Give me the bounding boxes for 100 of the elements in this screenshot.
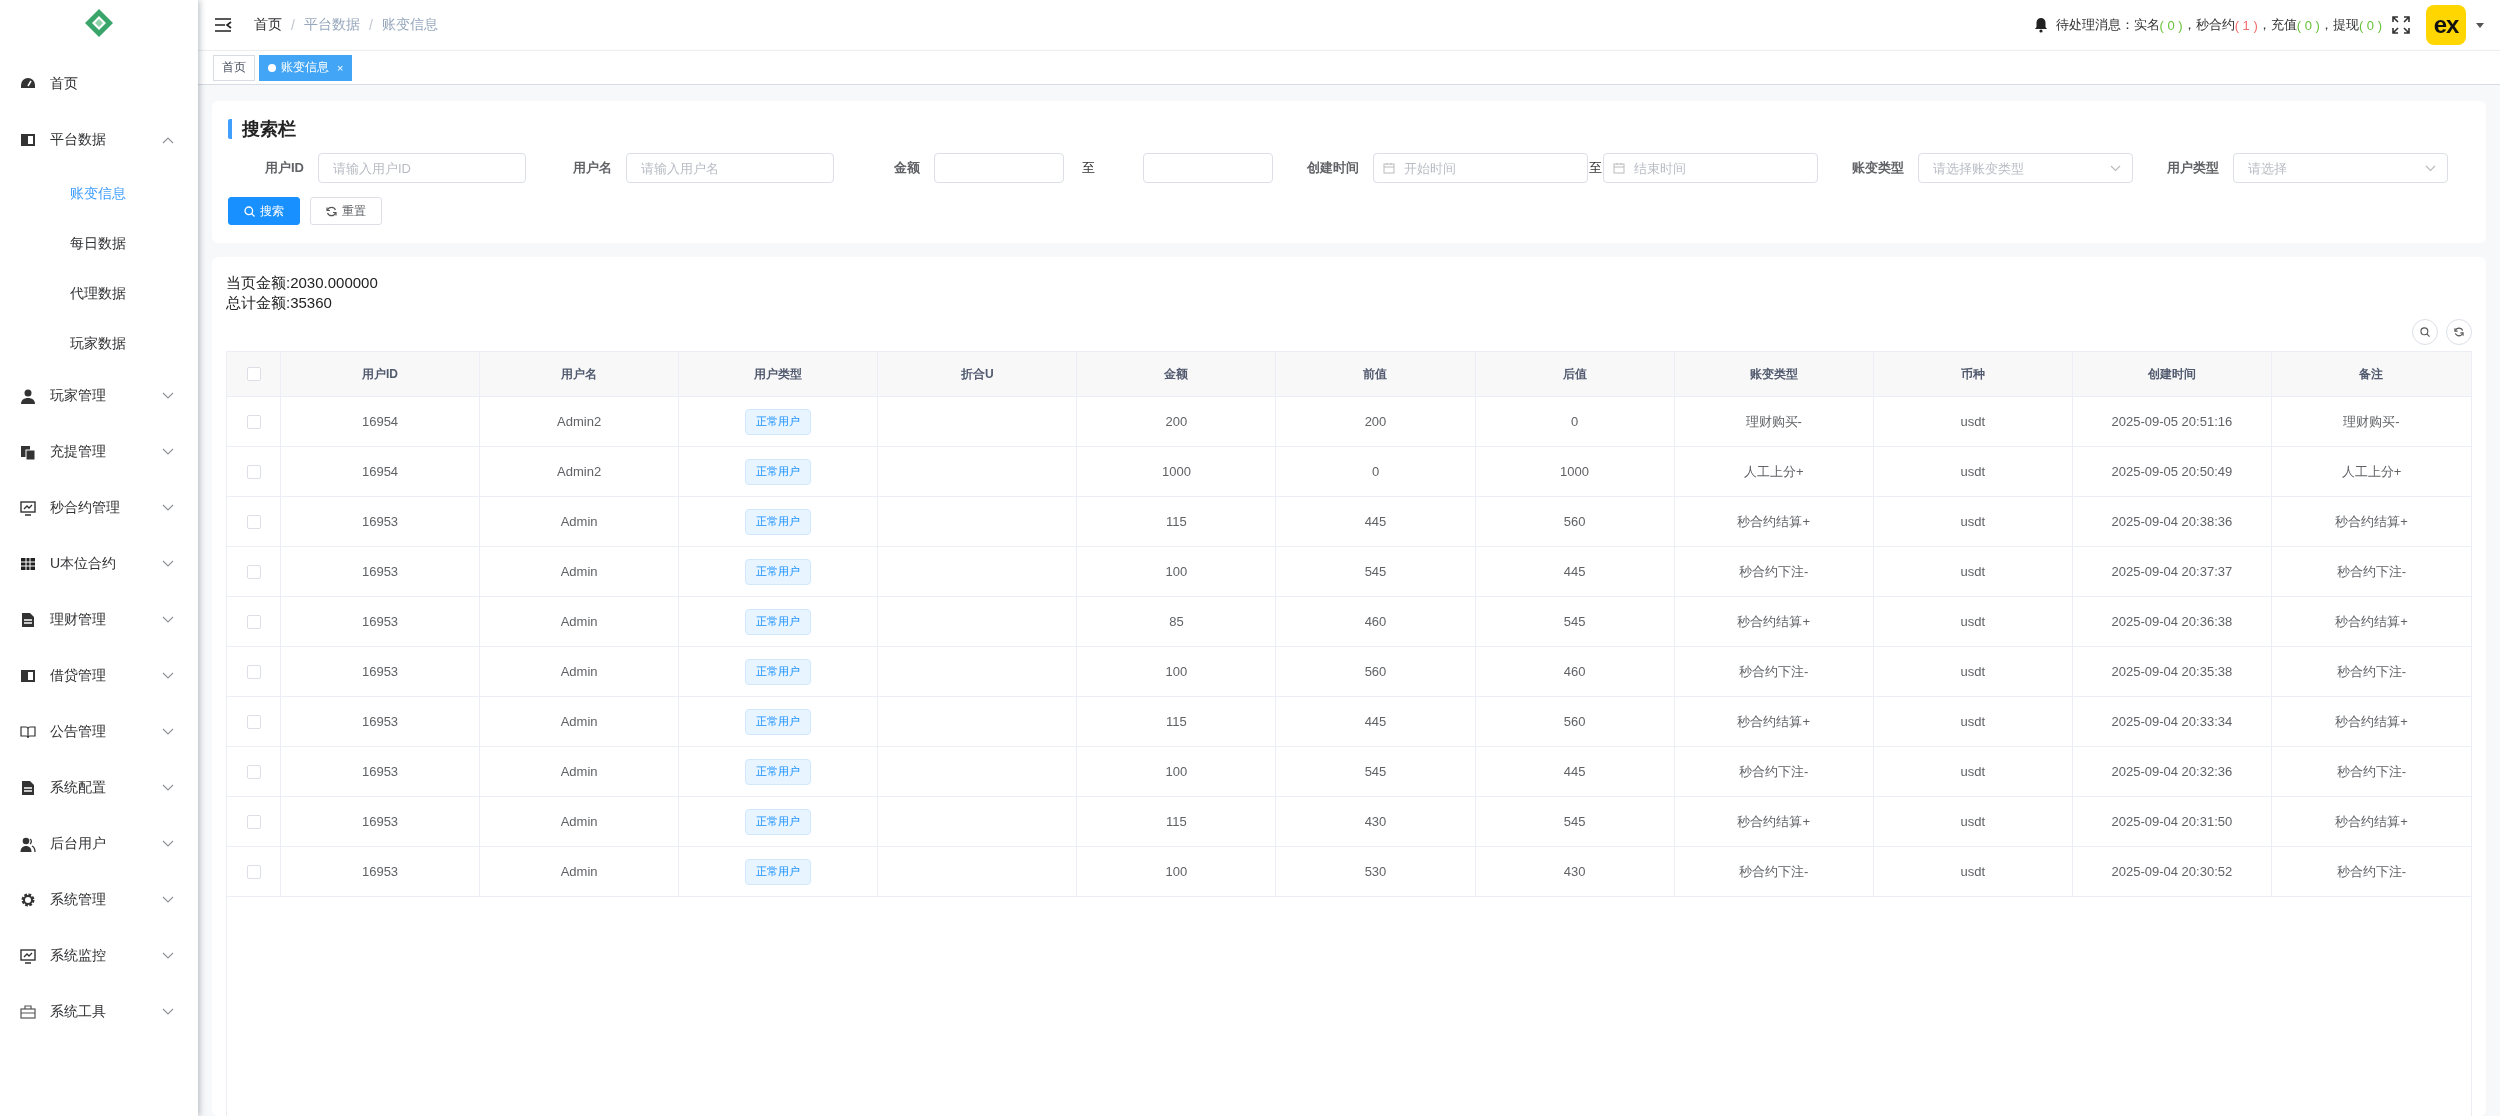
menu-item[interactable]: 平台数据	[0, 112, 198, 168]
table-cell: 1000	[1560, 464, 1590, 479]
table-cell: 560	[1563, 714, 1586, 729]
table-cell: 16953	[361, 564, 399, 579]
field-label: 金额	[893, 159, 920, 177]
table-cell: Admin	[560, 664, 598, 679]
user-type-tag: 正常用户	[745, 758, 812, 785]
table-cell: 秒合约结算+	[1737, 612, 1810, 631]
table-cell: 530	[1364, 864, 1387, 879]
table-cell: usdt	[1960, 664, 1986, 679]
table-cell: 秒合约下注-	[1739, 762, 1809, 781]
menu-item[interactable]: 首页	[0, 56, 198, 112]
table-cell: usdt	[1960, 464, 1986, 479]
menu-item[interactable]: 公告管理	[0, 704, 198, 760]
table-cell: 16954	[361, 464, 399, 479]
menu-item[interactable]: 借贷管理	[0, 648, 198, 704]
table-cell: 秒合约结算+	[2335, 812, 2408, 831]
table-cell: 秒合约结算+	[2335, 612, 2408, 631]
table-cell: 560	[1563, 514, 1586, 529]
column-header: 前值	[1276, 352, 1476, 396]
menu-item[interactable]: 秒合约管理	[0, 480, 198, 536]
table-cell: 人工上分+	[2341, 462, 2402, 481]
table-cell: usdt	[1960, 514, 1986, 529]
field-label: 用户类型	[2166, 159, 2219, 177]
table-cell: 100	[1165, 864, 1188, 879]
submenu-item[interactable]: 玩家数据	[0, 318, 198, 368]
section-title: 搜索栏	[228, 119, 2470, 139]
menu-item[interactable]: U本位合约	[0, 536, 198, 592]
table-cell: 16953	[361, 614, 399, 629]
table-cell: 100	[1165, 664, 1188, 679]
table-cell: 秒合约下注-	[1739, 862, 1809, 881]
field-label: 账变类型	[1851, 159, 1904, 177]
avatar[interactable]: ex	[2426, 5, 2466, 45]
menu-item[interactable]: 理财管理	[0, 592, 198, 648]
menu-item[interactable]: 系统工具	[0, 984, 198, 1040]
column-header: 币种	[1873, 352, 2073, 396]
summary-text: 总计金额:35360	[226, 293, 333, 313]
table-cell: Admin	[560, 764, 598, 779]
field-label: 用户ID	[264, 159, 304, 177]
field-label: 创建时间	[1306, 159, 1359, 177]
menu-item[interactable]: 充提管理	[0, 424, 198, 480]
notice-separator: ，	[2182, 16, 2196, 34]
menu-item[interactable]: 后台用户	[0, 816, 198, 872]
table-cell: 2025-09-04 20:33:34	[2111, 714, 2233, 729]
summary-text: 当页金额:2030.000000	[226, 273, 379, 293]
menu-item[interactable]: 系统管理	[0, 872, 198, 928]
column-header: 备注	[2358, 365, 2385, 383]
table-cell: 理财购买-	[1745, 412, 1802, 431]
breadcrumb-item[interactable]: 首页	[254, 16, 282, 34]
table-cell: 445	[1563, 764, 1586, 779]
column-header: 创建时间	[2072, 352, 2272, 396]
range-separator: 至	[1082, 159, 1095, 177]
input-field[interactable]: 请输入用户ID	[318, 153, 526, 183]
column-header: 账变类型	[1674, 352, 1874, 396]
table-cell: Admin	[560, 814, 598, 829]
column-header: 折合U	[878, 352, 1078, 396]
user-type-tag: 正常用户	[745, 458, 812, 485]
user-type-tag: 正常用户	[745, 708, 812, 735]
user-type-tag: 正常用户	[745, 508, 812, 535]
table-cell: Admin	[560, 864, 598, 879]
select-field[interactable]: 请选择账变类型	[1918, 153, 2133, 183]
table-cell: 秒合约下注-	[2336, 662, 2407, 681]
menu-item[interactable]: 系统配置	[0, 760, 198, 816]
table-cell: usdt	[1960, 864, 1986, 879]
table-cell: 200	[1364, 414, 1387, 429]
table-cell: 16953	[361, 714, 399, 729]
notice-separator: ，	[2257, 16, 2271, 34]
table-cell: 理财购买-	[2343, 412, 2400, 431]
breadcrumb-separator: /	[368, 17, 373, 33]
menu-item[interactable]: 系统监控	[0, 928, 198, 984]
table-cell: 2025-09-04 20:38:36	[2111, 514, 2233, 529]
table-cell: 85	[1169, 614, 1184, 629]
submenu-item[interactable]: 每日数据	[0, 218, 198, 268]
reset-button[interactable]: 重置	[310, 197, 382, 225]
table-cell: 2025-09-05 20:51:16	[2111, 414, 2233, 429]
column-header: 用户名	[480, 352, 680, 396]
notice-name: 实名	[2133, 16, 2160, 34]
field-label: 用户名	[572, 159, 612, 177]
select-field[interactable]: 请选择	[2233, 153, 2448, 183]
table-cell: 0	[1570, 414, 1579, 429]
table-cell: 人工上分+	[1743, 462, 1804, 481]
table-cell: 560	[1364, 664, 1387, 679]
user-type-tag: 正常用户	[745, 408, 812, 435]
table-cell: Admin	[560, 614, 598, 629]
menu-item[interactable]: 玩家管理	[0, 368, 198, 424]
table-cell: Admin	[560, 714, 598, 729]
user-type-tag: 正常用户	[745, 558, 812, 585]
table-cell: 460	[1563, 664, 1586, 679]
tab[interactable]: 首页	[213, 54, 255, 81]
breadcrumb-item: 账变信息	[381, 16, 438, 34]
table-cell: 545	[1563, 814, 1586, 829]
table-cell: 秒合约下注-	[1739, 662, 1809, 681]
table-cell: 2025-09-04 20:30:52	[2111, 864, 2233, 879]
input-field[interactable]: 请输入用户名	[626, 153, 834, 183]
date-field[interactable]: 开始时间	[1373, 153, 1588, 183]
table-cell: usdt	[1960, 614, 1986, 629]
date-field[interactable]: 结束时间	[1603, 153, 1818, 183]
table-cell: 445	[1563, 564, 1586, 579]
submenu-item[interactable]: 代理数据	[0, 268, 198, 318]
column-header: 用户类型	[679, 352, 879, 396]
